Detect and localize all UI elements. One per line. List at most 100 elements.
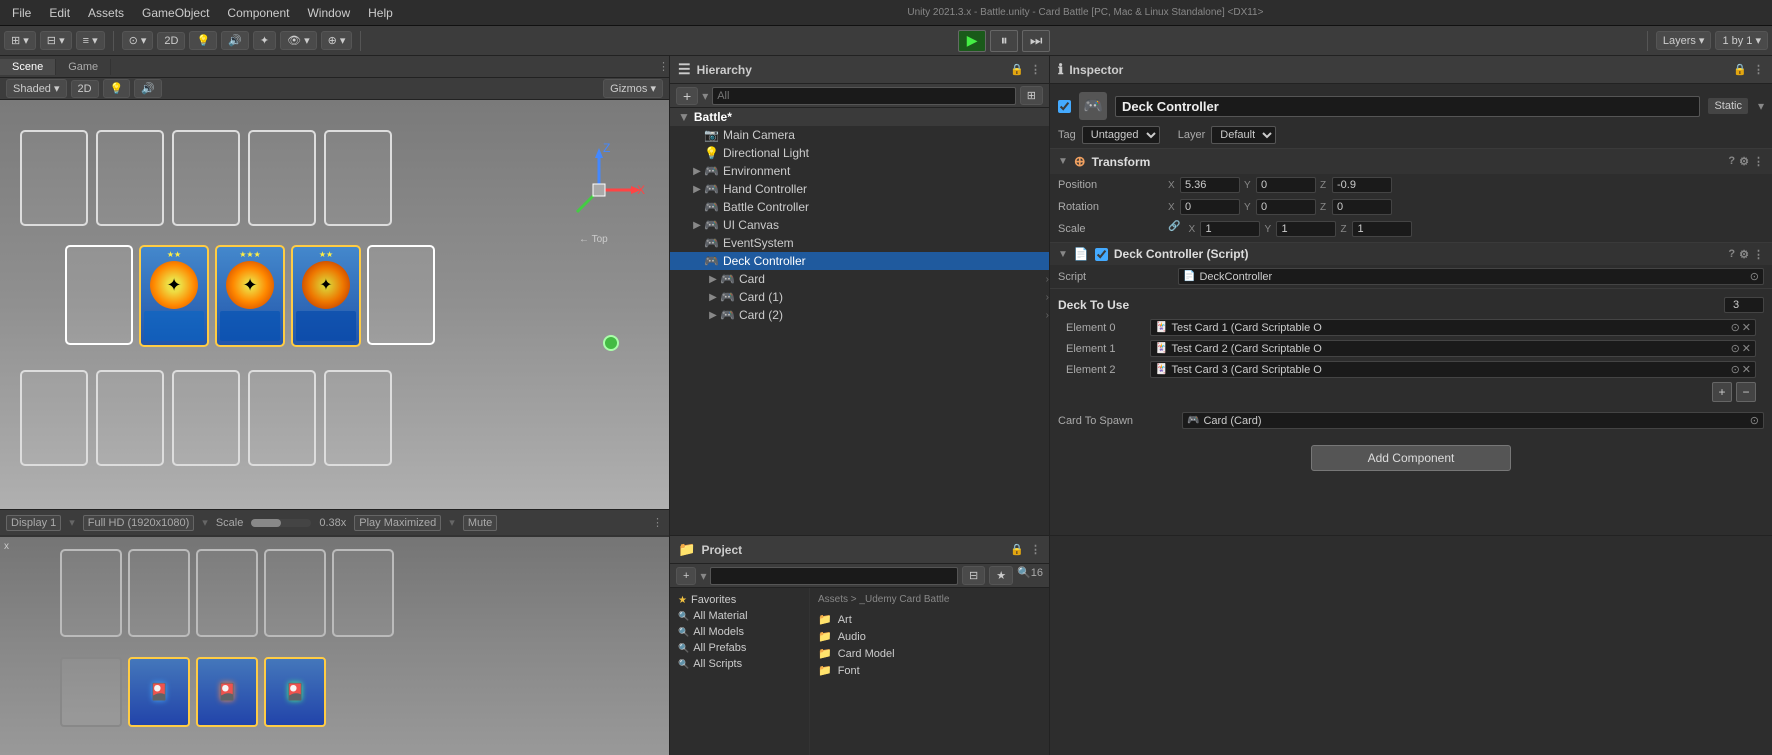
- 2d-btn[interactable]: 2D: [157, 32, 185, 50]
- cts-target[interactable]: ⊙: [1750, 414, 1759, 427]
- hier-hand-controller[interactable]: ▶ 🎮 Hand Controller: [670, 180, 1049, 198]
- script-settings[interactable]: ⚙: [1739, 248, 1749, 261]
- hier-card-2[interactable]: ▶ 🎮 Card (2) ›: [670, 306, 1049, 324]
- static-dropdown[interactable]: ▾: [1758, 99, 1764, 113]
- hier-card-1[interactable]: ▶ 🎮 Card (1) ›: [670, 288, 1049, 306]
- hier-deck-controller[interactable]: 🎮 Deck Controller: [670, 252, 1049, 270]
- object-name-input[interactable]: [1115, 96, 1700, 117]
- hier-dir-light[interactable]: 💡 Directional Light: [670, 144, 1049, 162]
- hierarchy-scene-row[interactable]: ▼ Battle*: [670, 108, 1049, 126]
- hierarchy-kebab[interactable]: ⋮: [1030, 63, 1041, 76]
- resolution-label[interactable]: Full HD (1920x1080): [83, 515, 195, 531]
- el0-remove[interactable]: ✕: [1742, 321, 1751, 334]
- el2-remove[interactable]: ✕: [1742, 363, 1751, 376]
- element-0-value[interactable]: 🃏 Test Card 1 (Card Scriptable O ⊙ ✕: [1150, 319, 1756, 336]
- gizmos-btn[interactable]: ⊕ ▾: [321, 31, 353, 50]
- scale-x-input[interactable]: [1200, 221, 1260, 237]
- menu-edit[interactable]: Edit: [41, 4, 78, 22]
- scale-lock-icon[interactable]: 🔗: [1168, 221, 1180, 237]
- hier-main-camera[interactable]: 📷 Main Camera: [670, 126, 1049, 144]
- transform-help[interactable]: ?: [1728, 155, 1735, 168]
- menu-window[interactable]: Window: [299, 4, 358, 22]
- transform-settings[interactable]: ⚙: [1739, 155, 1749, 168]
- hierarchy-add-btn[interactable]: +: [676, 87, 698, 105]
- inspector-kebab[interactable]: ⋮: [1753, 63, 1764, 76]
- project-filter-btn[interactable]: ⊟: [962, 566, 985, 585]
- el1-target[interactable]: ⊙: [1731, 342, 1740, 355]
- snap-tools[interactable]: ⊟ ▾: [40, 31, 72, 50]
- hier-battle-controller[interactable]: 🎮 Battle Controller: [670, 198, 1049, 216]
- hierarchy-view-btn[interactable]: ⊞: [1020, 86, 1043, 105]
- all-material-item[interactable]: 🔍 All Material: [674, 608, 805, 624]
- audio-btn[interactable]: 🔊: [221, 31, 249, 50]
- deck-remove-btn[interactable]: −: [1736, 382, 1756, 402]
- el0-target[interactable]: ⊙: [1731, 321, 1740, 334]
- scene-lighting-btn[interactable]: 💡: [103, 79, 131, 98]
- folder-card-model[interactable]: 📁 Card Model: [814, 645, 1045, 662]
- script-target-icon[interactable]: ⊙: [1750, 270, 1759, 283]
- script-field-value[interactable]: 📄 DeckController ⊙: [1178, 268, 1764, 285]
- pause-button[interactable]: ⏸: [990, 30, 1018, 52]
- rot-y-input[interactable]: [1256, 199, 1316, 215]
- scale-z-input[interactable]: [1352, 221, 1412, 237]
- scene-shading-btn[interactable]: Shaded ▾: [6, 79, 67, 98]
- project-kebab[interactable]: ⋮: [1030, 543, 1041, 556]
- hier-event-system[interactable]: 🎮 EventSystem: [670, 234, 1049, 252]
- hierarchy-search[interactable]: [712, 87, 1016, 105]
- lighting-btn[interactable]: 💡: [189, 31, 217, 50]
- element-2-value[interactable]: 🃏 Test Card 3 (Card Scriptable O ⊙ ✕: [1150, 361, 1756, 378]
- folder-font[interactable]: 📁 Font: [814, 662, 1045, 679]
- object-enabled-checkbox[interactable]: [1058, 100, 1071, 113]
- transform-kebab[interactable]: ⋮: [1753, 155, 1764, 168]
- scene-gizmos-btn[interactable]: Gizmos ▾: [603, 79, 663, 98]
- grid-tools[interactable]: ≡ ▾: [76, 31, 105, 50]
- hier-environment[interactable]: ▶ 🎮 Environment: [670, 162, 1049, 180]
- menu-component[interactable]: Component: [219, 4, 297, 22]
- folder-audio[interactable]: 📁 Audio: [814, 628, 1045, 645]
- rot-z-input[interactable]: [1332, 199, 1392, 215]
- scene-2d-btn[interactable]: 2D: [71, 80, 99, 98]
- rot-x-input[interactable]: [1180, 199, 1240, 215]
- play-maximized[interactable]: Play Maximized: [354, 515, 441, 531]
- hier-card[interactable]: ▶ 🎮 Card ›: [670, 270, 1049, 288]
- scene-kebab[interactable]: ⋮: [658, 60, 669, 73]
- inspector-lock[interactable]: 🔒: [1733, 63, 1747, 76]
- script-enabled-checkbox[interactable]: [1095, 248, 1108, 261]
- menu-gameobject[interactable]: GameObject: [134, 4, 217, 22]
- project-add-btn[interactable]: +: [676, 567, 696, 585]
- step-button[interactable]: ⏭: [1022, 30, 1050, 52]
- mute-label[interactable]: Mute: [463, 515, 497, 531]
- tab-game[interactable]: Game: [56, 59, 111, 75]
- folder-art[interactable]: 📁 Art: [814, 611, 1045, 628]
- el2-target[interactable]: ⊙: [1731, 363, 1740, 376]
- static-label[interactable]: Static: [1708, 98, 1748, 114]
- card-to-spawn-value[interactable]: 🎮 Card (Card) ⊙: [1182, 412, 1764, 429]
- scale-slider[interactable]: [251, 519, 311, 527]
- layout-btn[interactable]: 1 by 1 ▾: [1715, 31, 1768, 50]
- pos-z-input[interactable]: [1332, 177, 1392, 193]
- element-1-value[interactable]: 🃏 Test Card 2 (Card Scriptable O ⊙ ✕: [1150, 340, 1756, 357]
- pivot-btn[interactable]: ⊙ ▾: [122, 31, 154, 50]
- deck-add-btn[interactable]: +: [1712, 382, 1732, 402]
- scene-vis-btn[interactable]: 👁 ▾: [280, 31, 317, 50]
- project-pin[interactable]: 🔒: [1010, 543, 1024, 556]
- menu-help[interactable]: Help: [360, 4, 401, 22]
- hierarchy-pin[interactable]: 🔒: [1010, 63, 1024, 76]
- transform-header[interactable]: ▼ ⊕ Transform ? ⚙ ⋮: [1050, 149, 1772, 174]
- layer-dropdown[interactable]: Default: [1211, 126, 1276, 144]
- el1-remove[interactable]: ✕: [1742, 342, 1751, 355]
- all-models-item[interactable]: 🔍 All Models: [674, 624, 805, 640]
- layers-btn[interactable]: Layers ▾: [1656, 31, 1712, 50]
- script-help[interactable]: ?: [1728, 248, 1735, 261]
- add-component-button[interactable]: Add Component: [1311, 445, 1511, 471]
- scene-audio-btn[interactable]: 🔊: [134, 79, 162, 98]
- scene-canvas[interactable]: ★★ ✦ ★★★ ✦ ★★ ✦: [0, 100, 669, 509]
- all-prefabs-item[interactable]: 🔍 All Prefabs: [674, 640, 805, 656]
- hier-ui-canvas[interactable]: ▶ 🎮 UI Canvas: [670, 216, 1049, 234]
- menu-assets[interactable]: Assets: [80, 4, 132, 22]
- tab-scene[interactable]: Scene: [0, 59, 56, 75]
- project-search[interactable]: [710, 567, 958, 585]
- menu-file[interactable]: File: [4, 4, 39, 22]
- pos-x-input[interactable]: [1180, 177, 1240, 193]
- script-kebab[interactable]: ⋮: [1753, 248, 1764, 261]
